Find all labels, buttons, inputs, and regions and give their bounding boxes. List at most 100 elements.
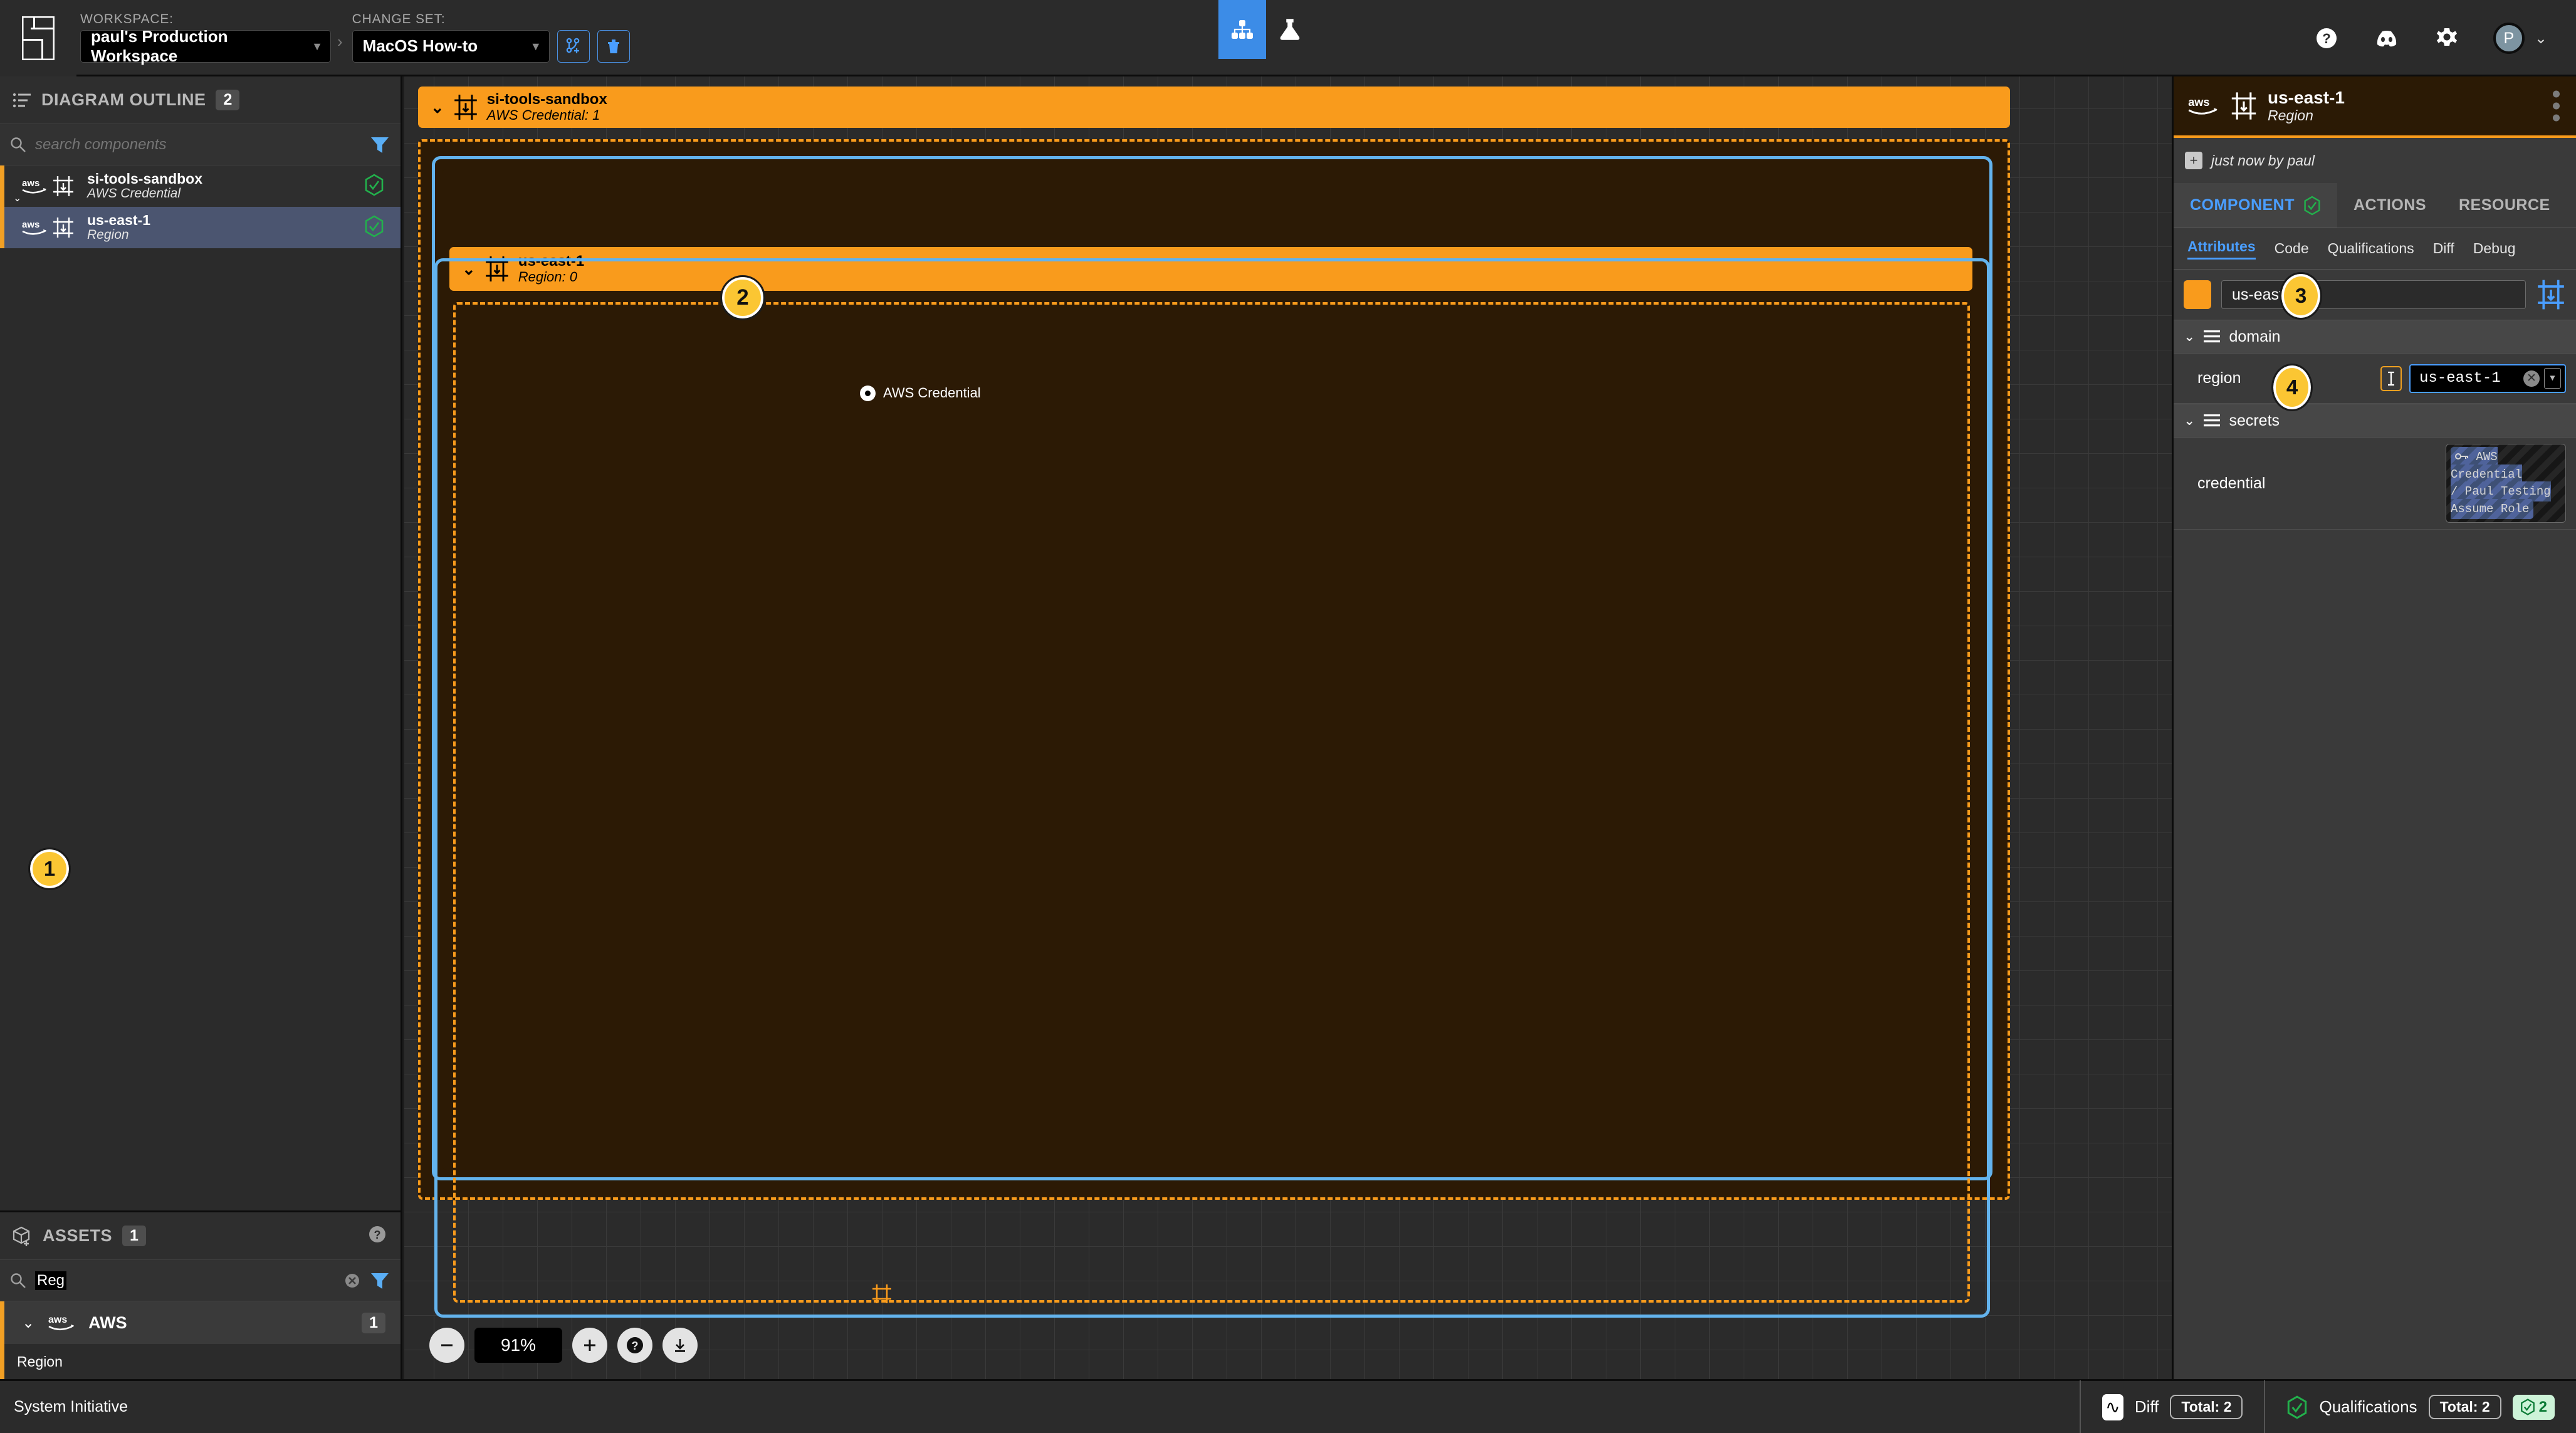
- aws-icon: aws: [22, 178, 46, 194]
- trash-icon: [607, 39, 619, 53]
- chevron-down-icon: ▼: [312, 40, 323, 53]
- top-bar-right-actions: ? P ⌄: [2313, 0, 2576, 76]
- app-logo[interactable]: [0, 0, 76, 76]
- tab-actions[interactable]: ACTIONS: [2337, 183, 2442, 228]
- tab-diagram[interactable]: [1218, 0, 1266, 59]
- changeset-value: MacOS How-to: [362, 36, 478, 55]
- chevron-down-icon[interactable]: ⌄: [13, 192, 21, 204]
- attribute-control: us-east-1 ✕ ▼: [2380, 364, 2566, 393]
- clear-x-icon[interactable]: ✕: [2523, 370, 2540, 387]
- aws-icon: aws: [22, 219, 46, 235]
- frame-icon: [53, 218, 73, 238]
- assets-search-input[interactable]: Reg: [35, 1271, 67, 1290]
- details-meta-text: just now by paul: [2211, 152, 2315, 169]
- subtab-code[interactable]: Code: [2275, 240, 2309, 257]
- details-component-name: us-east-1: [2268, 87, 2345, 107]
- socket-label: AWS Credential: [883, 385, 981, 401]
- component-name-input[interactable]: [2221, 280, 2526, 309]
- secret-value-chip[interactable]: AWS Credential / Paul Testing Assume Rol…: [2446, 444, 2566, 523]
- canvas-download-button[interactable]: [662, 1328, 698, 1363]
- workspace-selector-group: WORKSPACE: paul's Production Workspace ▼: [76, 0, 331, 75]
- outline-search-input[interactable]: [35, 135, 360, 154]
- filter-icon[interactable]: [369, 1270, 390, 1291]
- subtab-qualifications[interactable]: Qualifications: [2328, 240, 2414, 257]
- details-meta-row: + just now by paul: [2174, 138, 2576, 183]
- sitemap-icon: [1232, 20, 1253, 39]
- kebab-menu-icon[interactable]: [2553, 90, 2560, 122]
- diff-total-pill: Total: 2: [2170, 1395, 2243, 1419]
- delete-changeset-button[interactable]: [597, 29, 630, 63]
- tab-resource[interactable]: RESOURCE: [2442, 183, 2567, 228]
- help-button[interactable]: ?: [2313, 24, 2340, 52]
- chevron-down-icon[interactable]: ⌄: [2184, 328, 2195, 345]
- outline-item-si-tools-sandbox[interactable]: ⌄ aws si-tools-sandbox AWS Credential: [0, 165, 401, 207]
- asset-group-aws[interactable]: ⌄ aws AWS 1: [0, 1301, 401, 1344]
- attribute-group-name: secrets: [2229, 411, 2280, 429]
- filter-icon[interactable]: [369, 134, 390, 155]
- workspace-label: WORKSPACE:: [80, 12, 174, 26]
- canvas-help-button[interactable]: ?: [617, 1328, 652, 1363]
- diagram-canvas[interactable]: ⌄ si-tools-sandbox AWS Credential: 1 ⌄ u…: [404, 76, 2172, 1379]
- qualification-ok-icon: [2288, 1395, 2307, 1419]
- zoom-out-button[interactable]: [429, 1328, 464, 1363]
- status-qualifications[interactable]: Qualifications Total: 2 2: [2264, 1380, 2576, 1433]
- settings-button[interactable]: [2433, 24, 2461, 52]
- chevron-down-icon[interactable]: ⌄: [2184, 412, 2195, 429]
- outline-empty-space: [0, 248, 401, 1210]
- attribute-value-input[interactable]: us-east-1 ✕ ▼: [2409, 364, 2566, 393]
- assets-help-button[interactable]: ?: [367, 1224, 388, 1248]
- outline-item-us-east-1[interactable]: aws us-east-1 Region: [0, 207, 401, 248]
- subtab-diff[interactable]: Diff: [2433, 240, 2454, 257]
- chevron-down-icon[interactable]: ⌄: [22, 1314, 34, 1332]
- socket-dot-icon[interactable]: [860, 385, 876, 401]
- frame-subtitle: AWS Credential: 1: [486, 107, 600, 123]
- list-icon: [13, 93, 31, 107]
- caret-down-icon[interactable]: ▼: [2544, 368, 2561, 389]
- flask-icon: [1280, 19, 1300, 40]
- details-component-type: Region: [2268, 107, 2313, 123]
- attribute-group-secrets[interactable]: ⌄ secrets: [2174, 404, 2576, 438]
- corner-frame-icon: [871, 1283, 893, 1308]
- tab-lab[interactable]: [1266, 0, 1314, 59]
- app-name: System Initiative: [14, 1398, 128, 1415]
- svg-text:aws: aws: [22, 219, 39, 230]
- status-diff[interactable]: ∿ Diff Total: 2: [2079, 1380, 2264, 1433]
- attribute-group-domain[interactable]: ⌄ domain: [2174, 320, 2576, 354]
- search-icon: [11, 1273, 26, 1288]
- secret-value-inner: AWS Credential / Paul Testing Assume Rol…: [2451, 447, 2551, 519]
- system-initiative-logo-icon: [22, 16, 55, 60]
- frame-name: si-tools-sandbox: [486, 90, 607, 108]
- svg-text:aws: aws: [22, 178, 39, 189]
- details-header: aws us-east-1 Region: [2174, 76, 2576, 138]
- qualifications-total-pill: Total: 2: [2428, 1395, 2501, 1419]
- user-menu[interactable]: P ⌄: [2493, 23, 2547, 54]
- outline-item-subtitle: Region: [87, 228, 129, 243]
- component-color-swatch[interactable]: [2184, 280, 2211, 309]
- search-icon: [11, 137, 26, 152]
- frame-header-si-tools-sandbox[interactable]: ⌄ si-tools-sandbox AWS Credential: 1: [418, 87, 2010, 128]
- socket-input-aws-credential[interactable]: AWS Credential: [860, 385, 981, 401]
- workspace-dropdown[interactable]: paul's Production Workspace ▼: [80, 27, 331, 65]
- details-tabs: COMPONENT ACTIONS RESOURCE: [2174, 183, 2576, 228]
- details-title-block: us-east-1 Region: [2268, 88, 2345, 123]
- asset-item-region[interactable]: Region: [0, 1344, 401, 1379]
- create-changeset-button[interactable]: [557, 29, 590, 63]
- page-title: DIAGRAM OUTLINE: [41, 90, 206, 109]
- text-cursor-icon[interactable]: [2380, 365, 2402, 391]
- changeset-dropdown[interactable]: MacOS How-to ▼: [352, 29, 550, 63]
- subtab-debug[interactable]: Debug: [2473, 240, 2516, 257]
- zoom-level[interactable]: 91%: [474, 1328, 562, 1363]
- tab-component[interactable]: COMPONENT: [2174, 183, 2337, 228]
- chevron-down-icon: ▼: [530, 39, 542, 53]
- discord-button[interactable]: [2373, 24, 2401, 52]
- subtab-attributes[interactable]: Attributes: [2187, 238, 2256, 260]
- component-name-row: [2174, 270, 2576, 320]
- clear-x-icon[interactable]: [343, 1271, 362, 1290]
- frame-header-us-east-1[interactable]: ⌄ us-east-1 Region: 0: [449, 247, 1972, 291]
- zoom-in-button[interactable]: [572, 1328, 607, 1363]
- chevron-down-icon[interactable]: ⌄: [462, 260, 476, 279]
- question-circle-icon: ?: [2316, 28, 2337, 48]
- aws-icon: aws: [48, 1315, 75, 1331]
- status-bar: System Initiative ∿ Diff Total: 2 Qualif…: [0, 1379, 2576, 1433]
- chevron-down-icon[interactable]: ⌄: [431, 98, 444, 117]
